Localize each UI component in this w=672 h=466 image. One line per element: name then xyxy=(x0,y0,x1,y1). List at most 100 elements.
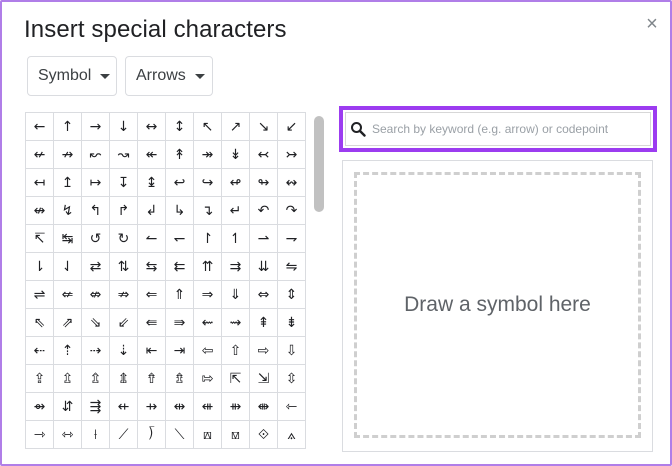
symbol-cell[interactable]: ⇹ xyxy=(166,393,194,421)
symbol-cell[interactable]: ⇪ xyxy=(26,365,54,393)
search-input[interactable] xyxy=(372,122,642,136)
symbol-cell[interactable]: ↯ xyxy=(54,197,82,225)
symbol-cell[interactable]: ↝ xyxy=(110,141,138,169)
symbol-cell[interactable]: ⇬ xyxy=(82,365,110,393)
symbol-cell[interactable]: ⇫ xyxy=(54,365,82,393)
symbol-cell[interactable]: ⇘ xyxy=(82,309,110,337)
symbol-cell[interactable]: ⇵ xyxy=(54,393,82,421)
symbol-cell[interactable]: ↢ xyxy=(250,141,278,169)
symbol-cell[interactable]: ⇞ xyxy=(250,309,278,337)
symbol-cell[interactable]: ⟌ xyxy=(138,421,166,449)
symbol-cell[interactable]: ⇔ xyxy=(250,281,278,309)
symbol-cell[interactable]: ⇙ xyxy=(110,309,138,337)
symbol-cell[interactable]: ↳ xyxy=(166,197,194,225)
symbol-cell[interactable]: ⇝ xyxy=(222,309,250,337)
symbol-cell[interactable]: ⟍ xyxy=(166,421,194,449)
symbol-cell[interactable]: ⇸ xyxy=(138,393,166,421)
symbol-cell[interactable]: ⇠ xyxy=(26,337,54,365)
symbol-cell[interactable]: ↨ xyxy=(138,169,166,197)
symbol-cell[interactable]: ⇆ xyxy=(138,253,166,281)
symbol-cell[interactable]: ↞ xyxy=(138,141,166,169)
symbol-cell[interactable]: ↷ xyxy=(278,197,306,225)
symbol-cell[interactable]: ⇗ xyxy=(54,309,82,337)
symbol-cell[interactable]: ⇜ xyxy=(194,309,222,337)
symbol-cell[interactable]: ⇿ xyxy=(54,421,82,449)
symbol-cell[interactable]: ⟐ xyxy=(250,421,278,449)
symbol-cell[interactable]: ↭ xyxy=(278,169,306,197)
subcategory-dropdown[interactable]: Arrows xyxy=(125,56,213,96)
symbol-cell[interactable]: ⇈ xyxy=(194,253,222,281)
symbol-cell[interactable]: → xyxy=(82,113,110,141)
symbol-cell[interactable]: ↛ xyxy=(54,141,82,169)
symbol-cell[interactable]: ⇩ xyxy=(278,337,306,365)
symbol-grid-scrollbar[interactable] xyxy=(314,116,324,212)
symbol-cell[interactable]: ⇁ xyxy=(278,225,306,253)
symbol-cell[interactable]: ⇊ xyxy=(250,253,278,281)
symbol-cell[interactable]: ⇛ xyxy=(166,309,194,337)
symbol-cell[interactable]: ⇓ xyxy=(222,281,250,309)
symbol-cell[interactable]: ↬ xyxy=(250,169,278,197)
symbol-cell[interactable]: ⇣ xyxy=(110,337,138,365)
category-dropdown[interactable]: Symbol xyxy=(27,56,117,96)
symbol-cell[interactable]: ↘ xyxy=(250,113,278,141)
symbol-cell[interactable]: ↓ xyxy=(110,113,138,141)
symbol-cell[interactable]: ⇚ xyxy=(138,309,166,337)
symbol-cell[interactable]: ↹ xyxy=(54,225,82,253)
symbol-cell[interactable]: ↧ xyxy=(110,169,138,197)
symbol-cell[interactable]: ↺ xyxy=(82,225,110,253)
symbol-cell[interactable]: ⇨ xyxy=(250,337,278,365)
symbol-cell[interactable]: ↼ xyxy=(138,225,166,253)
symbol-cell[interactable]: ⇭ xyxy=(110,365,138,393)
symbol-cell[interactable]: ⇍ xyxy=(54,281,82,309)
symbol-cell[interactable]: ⇖ xyxy=(26,309,54,337)
symbol-cell[interactable]: ↶ xyxy=(250,197,278,225)
symbol-cell[interactable]: ⇥ xyxy=(166,337,194,365)
symbol-cell[interactable]: ⇃ xyxy=(54,253,82,281)
symbol-cell[interactable]: ⇺ xyxy=(194,393,222,421)
symbol-cell[interactable]: ↿ xyxy=(222,225,250,253)
symbol-cell[interactable]: ⇟ xyxy=(278,309,306,337)
symbol-cell[interactable]: ⇱ xyxy=(222,365,250,393)
symbol-cell[interactable]: ↽ xyxy=(166,225,194,253)
symbol-cell[interactable]: ↠ xyxy=(194,141,222,169)
symbol-cell[interactable]: ⇕ xyxy=(278,281,306,309)
symbol-cell[interactable]: ⟏ xyxy=(222,421,250,449)
symbol-cell[interactable]: ⟑ xyxy=(278,421,306,449)
symbol-cell[interactable]: ⇤ xyxy=(138,337,166,365)
symbol-cell[interactable]: ↕ xyxy=(166,113,194,141)
symbol-cell[interactable]: ⇂ xyxy=(26,253,54,281)
symbol-cell[interactable]: ⇳ xyxy=(278,365,306,393)
symbol-cell[interactable]: ⇻ xyxy=(222,393,250,421)
symbol-cell[interactable]: ↖ xyxy=(194,113,222,141)
symbol-cell[interactable]: ↗ xyxy=(222,113,250,141)
symbol-cell[interactable]: ⇄ xyxy=(82,253,110,281)
symbol-cell[interactable]: ⇇ xyxy=(166,253,194,281)
symbol-cell[interactable]: ⇴ xyxy=(26,393,54,421)
symbol-cell[interactable]: ↮ xyxy=(26,197,54,225)
symbol-cell[interactable]: ⇋ xyxy=(278,253,306,281)
symbol-cell[interactable]: ↫ xyxy=(222,169,250,197)
symbol-cell[interactable]: ⇅ xyxy=(110,253,138,281)
symbol-cell[interactable]: ↻ xyxy=(110,225,138,253)
symbol-cell[interactable]: ⇼ xyxy=(250,393,278,421)
symbol-cell[interactable]: ⇐ xyxy=(138,281,166,309)
symbol-cell[interactable]: ⇦ xyxy=(194,337,222,365)
symbol-cell[interactable]: ⇎ xyxy=(82,281,110,309)
symbol-cell[interactable]: ⇉ xyxy=(222,253,250,281)
symbol-cell[interactable]: ⇽ xyxy=(278,393,306,421)
symbol-cell[interactable]: ⇏ xyxy=(110,281,138,309)
symbol-cell[interactable]: ⇶ xyxy=(82,393,110,421)
symbol-cell[interactable]: ↦ xyxy=(82,169,110,197)
symbol-cell[interactable]: ↤ xyxy=(26,169,54,197)
symbol-cell[interactable]: ↜ xyxy=(82,141,110,169)
symbol-cell[interactable]: ↲ xyxy=(138,197,166,225)
symbol-cell[interactable]: ← xyxy=(26,113,54,141)
symbol-cell[interactable]: ⇒ xyxy=(194,281,222,309)
symbol-cell[interactable]: ⇯ xyxy=(166,365,194,393)
symbol-cell[interactable]: ⇑ xyxy=(166,281,194,309)
symbol-cell[interactable]: ↣ xyxy=(278,141,306,169)
symbol-cell[interactable]: ↡ xyxy=(222,141,250,169)
draw-area[interactable]: Draw a symbol here xyxy=(354,172,641,438)
symbol-cell[interactable]: ⟋ xyxy=(110,421,138,449)
symbol-cell[interactable]: ⇀ xyxy=(250,225,278,253)
